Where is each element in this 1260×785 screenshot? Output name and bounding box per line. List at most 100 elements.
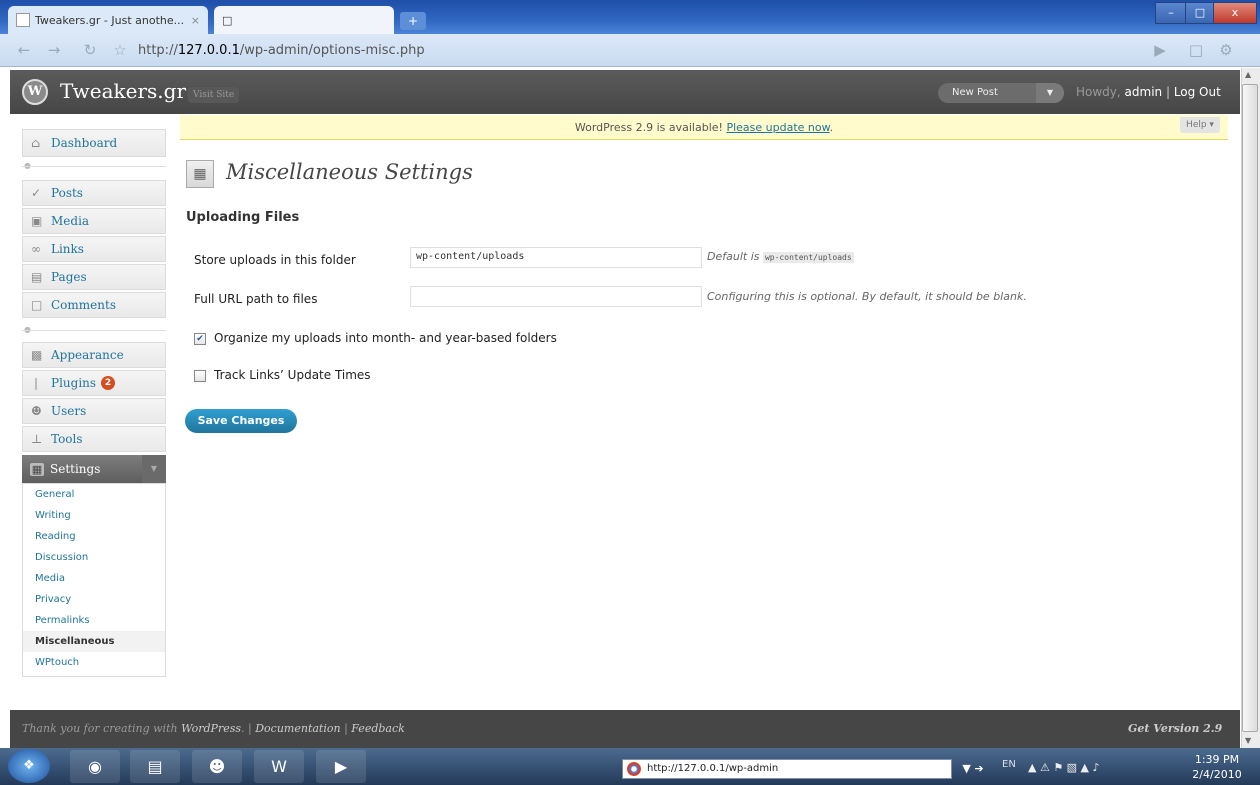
- tab-close-icon[interactable]: ×: [191, 14, 200, 27]
- system-tray[interactable]: ▲ ⚠ ⚑ ▧ ▲ ♪: [1028, 761, 1166, 779]
- taskbar-go-icon[interactable]: ▼ ➔: [956, 759, 990, 779]
- upload-path-input[interactable]: wp-content/uploads: [410, 247, 702, 268]
- submenu-general[interactable]: General: [23, 484, 165, 505]
- explorer-taskbar-icon[interactable]: ▤: [130, 750, 180, 783]
- feedback-link[interactable]: Feedback: [351, 722, 405, 735]
- messenger-taskbar-icon[interactable]: ☻: [192, 750, 242, 783]
- clock-time[interactable]: 1:39 PM: [1190, 753, 1244, 766]
- settings-submenu: General Writing Reading Discussion Media…: [22, 483, 166, 677]
- organize-uploads-label[interactable]: Organize my uploads into month- and year…: [214, 331, 557, 345]
- menu-appearance[interactable]: ▩ Appearance: [22, 342, 166, 368]
- menu-plugins[interactable]: ❘ Plugins 2: [22, 370, 166, 396]
- upload-url-note: Configuring this is optional. By default…: [707, 290, 1027, 303]
- new-post-label[interactable]: New Post: [952, 83, 998, 103]
- submenu-media[interactable]: Media: [23, 568, 165, 589]
- clock-date[interactable]: 2/4/2010: [1190, 768, 1244, 781]
- wrench-icon[interactable]: ⚙: [1216, 40, 1236, 60]
- tab-title: Tweakers.gr - Just anothe...: [35, 13, 185, 27]
- scroll-down-arrow-icon[interactable]: ▼: [1245, 736, 1251, 745]
- store-uploads-label: Store uploads in this folder: [194, 253, 356, 267]
- logout-link[interactable]: Log Out: [1174, 85, 1221, 99]
- separator-line: [22, 166, 166, 167]
- visit-site-button[interactable]: Visit Site: [188, 87, 240, 103]
- users-icon: ☻: [31, 404, 42, 418]
- menu-dashboard[interactable]: ⌂ Dashboard: [22, 129, 166, 157]
- maximize-button[interactable]: □: [1185, 2, 1215, 24]
- menu-settings[interactable]: ▦ Settings ▼: [22, 455, 166, 483]
- reload-icon[interactable]: ↻: [80, 40, 100, 60]
- menu-posts[interactable]: ✓ Posts: [22, 180, 166, 206]
- chevron-down-icon[interactable]: ▼: [1036, 83, 1064, 103]
- new-tab-button[interactable]: +: [400, 12, 426, 30]
- organize-uploads-checkbox[interactable]: ✔: [194, 333, 206, 345]
- pushpin-icon: ✓: [31, 186, 42, 200]
- help-tab[interactable]: Help ▾: [1180, 117, 1220, 133]
- address-bar[interactable]: http://127.0.0.1/wp-admin/options-misc.p…: [138, 43, 425, 58]
- submenu-writing[interactable]: Writing: [23, 505, 165, 526]
- page-icon: [16, 13, 30, 27]
- wordpress-link[interactable]: WordPress: [181, 722, 241, 735]
- upload-url-input[interactable]: [410, 286, 702, 307]
- link-icon: ∞: [31, 242, 41, 256]
- word-taskbar-icon[interactable]: W: [254, 750, 304, 783]
- page-title: Miscellaneous Settings: [226, 160, 473, 184]
- pages-icon: ▤: [31, 270, 43, 284]
- media-icon: ▣: [31, 214, 43, 228]
- submenu-miscellaneous[interactable]: Miscellaneous: [23, 631, 165, 652]
- language-indicator[interactable]: EN: [1002, 759, 1016, 770]
- menu-tools[interactable]: ⊥ Tools: [22, 426, 166, 452]
- submenu-permalinks[interactable]: Permalinks: [23, 610, 165, 631]
- documentation-link[interactable]: Documentation: [255, 722, 340, 735]
- submenu-discussion[interactable]: Discussion: [23, 547, 165, 568]
- settings-page-icon: ▦: [186, 160, 214, 188]
- minimize-button[interactable]: –: [1155, 2, 1187, 24]
- menu-users[interactable]: ☻ Users: [22, 398, 166, 424]
- browser-tab-active[interactable]: Tweakers.gr - Just anothe... ×: [8, 6, 208, 34]
- media-player-taskbar-icon[interactable]: ▶: [316, 750, 366, 783]
- site-title[interactable]: Tweakers.gr: [60, 79, 186, 103]
- footer-credits: Thank you for creating with WordPress. |…: [22, 722, 405, 735]
- submenu-wptouch[interactable]: WPtouch: [23, 652, 165, 673]
- forward-icon[interactable]: →: [44, 40, 64, 60]
- menu-links[interactable]: ∞ Links: [22, 236, 166, 262]
- separator-line: [22, 330, 166, 331]
- speech-bubble-icon: □: [31, 298, 43, 312]
- get-version-link[interactable]: Get Version 2.9: [1128, 722, 1222, 735]
- menu-pages[interactable]: ▤ Pages: [22, 264, 166, 290]
- submenu-reading[interactable]: Reading: [23, 526, 165, 547]
- update-notice: WordPress 2.9 is available! Please updat…: [180, 115, 1228, 140]
- update-link[interactable]: Please update now: [726, 121, 829, 134]
- plug-icon: ❘: [31, 376, 42, 390]
- url-prefix: http://: [138, 43, 178, 58]
- plugins-update-badge: 2: [101, 376, 116, 390]
- chrome-icon: [627, 762, 641, 776]
- submenu-privacy[interactable]: Privacy: [23, 589, 165, 610]
- star-icon[interactable]: ☆: [110, 40, 130, 60]
- page-menu-icon[interactable]: □: [1186, 40, 1206, 60]
- tools-icon: ⊥: [31, 432, 43, 446]
- close-window-button[interactable]: x: [1213, 2, 1257, 24]
- chrome-taskbar-icon[interactable]: ◉: [70, 750, 120, 783]
- user-greeting: Howdy, admin | Log Out: [1076, 85, 1221, 99]
- track-links-label[interactable]: Track Links’ Update Times: [214, 368, 371, 382]
- new-post-dropdown[interactable]: New Post ▼: [938, 83, 1064, 103]
- username-link[interactable]: admin: [1125, 85, 1163, 99]
- menu-media[interactable]: ▣ Media: [22, 208, 166, 234]
- save-changes-button[interactable]: Save Changes: [185, 409, 297, 433]
- scrollbar-thumb[interactable]: [1242, 84, 1258, 732]
- chevron-down-icon[interactable]: ▼: [142, 455, 166, 483]
- url-host: 127.0.0.1: [177, 43, 240, 58]
- menu-comments[interactable]: □ Comments: [22, 292, 166, 318]
- taskbar-address-bar[interactable]: http://127.0.0.1/wp-admin: [622, 759, 952, 779]
- settings-icon: ▦: [30, 462, 44, 476]
- browser-tab-blank[interactable]: □: [214, 6, 394, 34]
- track-links-checkbox[interactable]: [194, 370, 206, 382]
- scroll-up-arrow-icon[interactable]: ▲: [1245, 70, 1251, 79]
- wordpress-logo-icon: W: [22, 79, 48, 105]
- windows-start-icon[interactable]: ❖: [8, 749, 50, 783]
- blank-page-icon: □: [222, 13, 233, 27]
- url-path-label: Full URL path to files: [194, 292, 318, 306]
- back-icon[interactable]: ←: [14, 40, 34, 60]
- house-icon: ⌂: [31, 136, 41, 150]
- play-icon[interactable]: ▶: [1150, 40, 1170, 60]
